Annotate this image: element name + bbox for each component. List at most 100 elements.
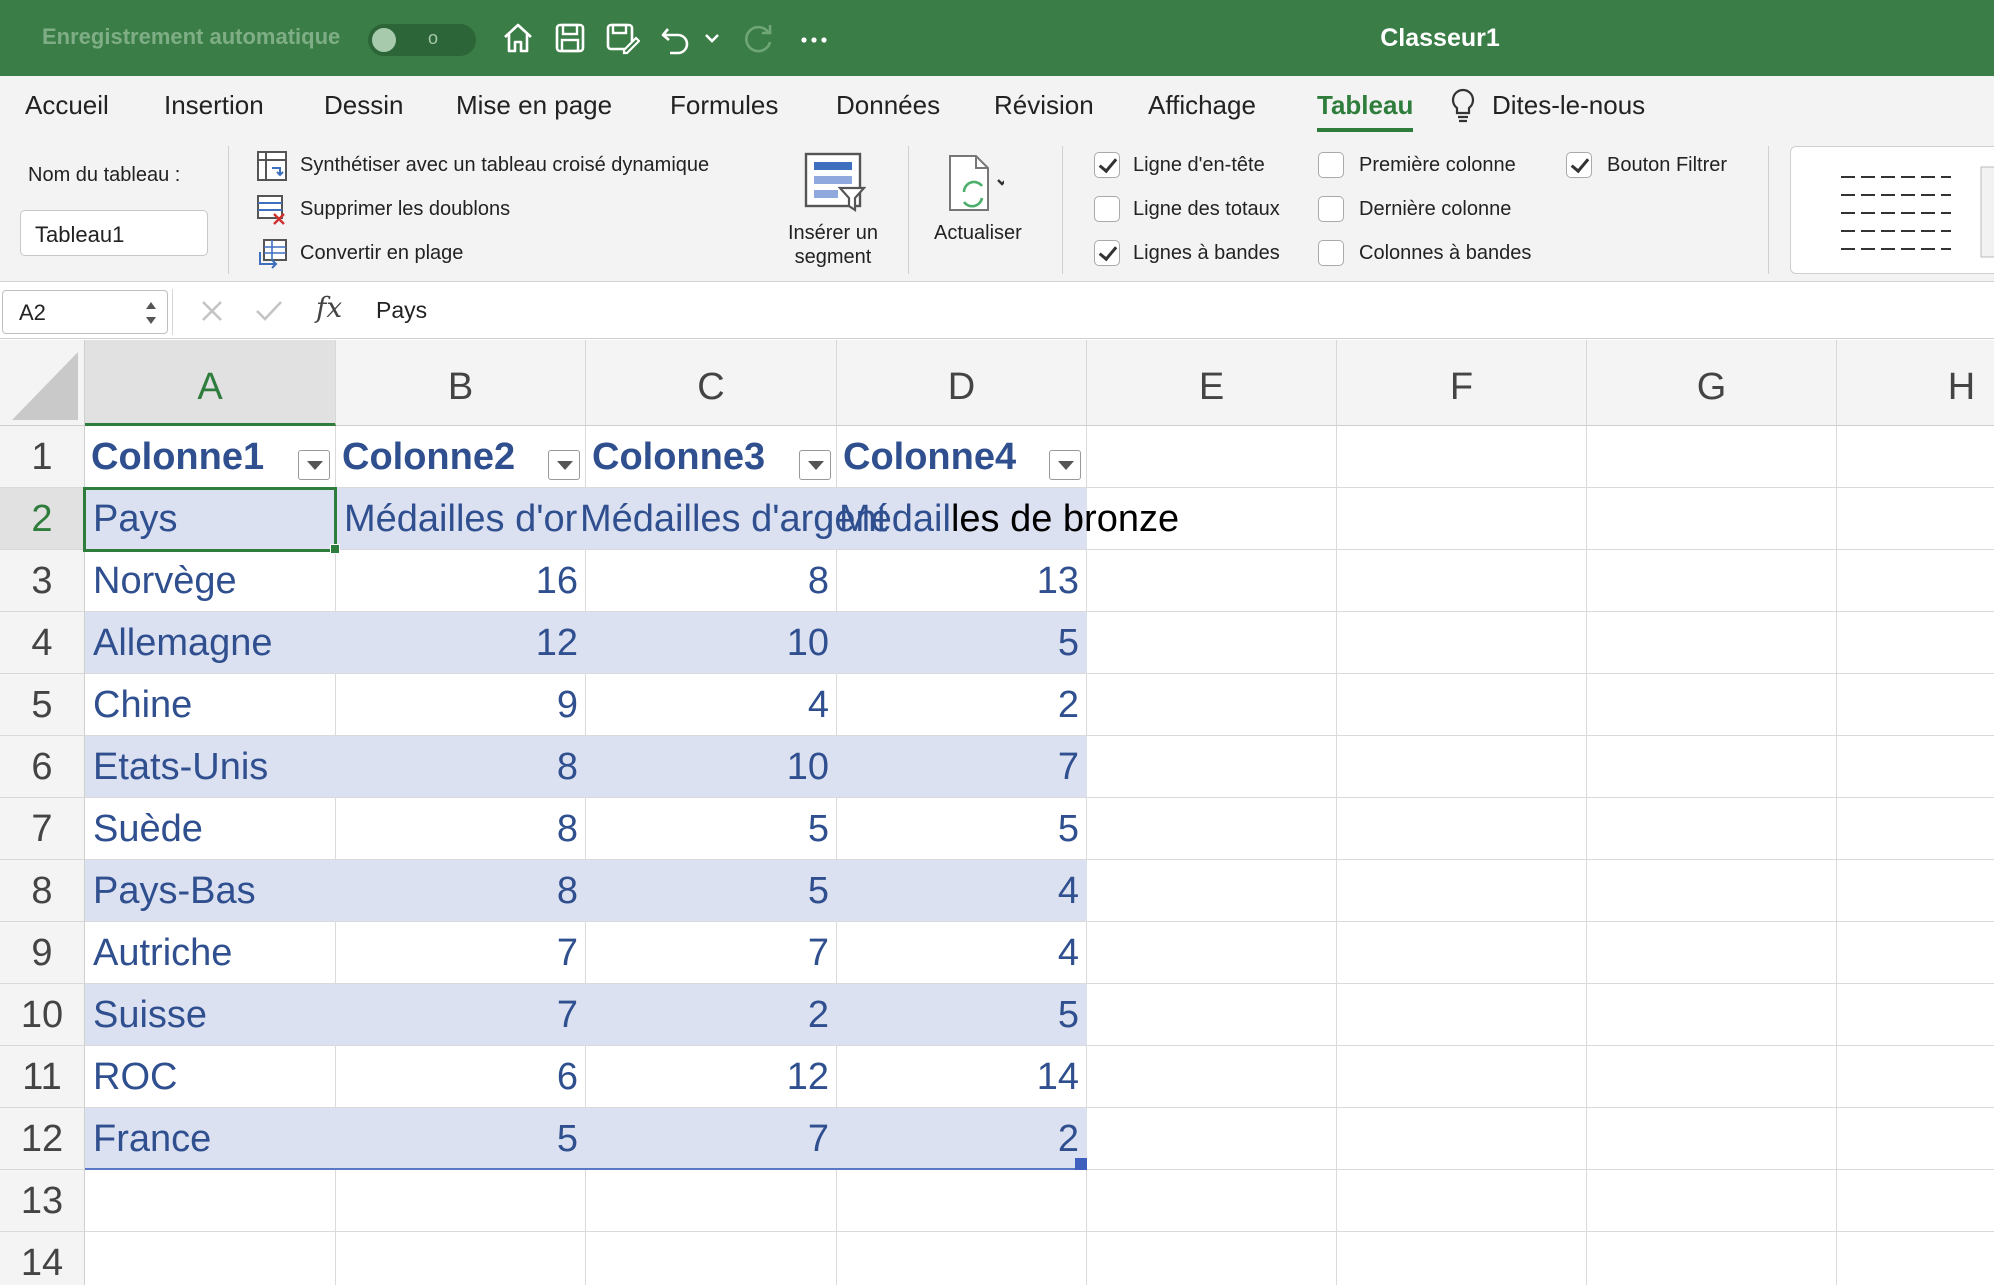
save-icon[interactable] [552, 20, 588, 56]
table-resize-handle[interactable] [1075, 1158, 1087, 1170]
country-cell[interactable]: Suède [85, 798, 336, 860]
cell[interactable] [1337, 612, 1587, 674]
cell[interactable] [1837, 488, 1994, 550]
country-cell[interactable]: France [85, 1108, 336, 1170]
filter-dropdown-icon[interactable] [548, 450, 580, 480]
cell[interactable] [1587, 860, 1837, 922]
cell[interactable] [1087, 1108, 1337, 1170]
cell[interactable] [1837, 1108, 1994, 1170]
medal-count-cell[interactable]: 7 [336, 922, 586, 984]
medal-count-cell[interactable]: 5 [586, 860, 837, 922]
refresh-label[interactable]: Actualiser [934, 222, 1022, 245]
column-header-g[interactable]: G [1587, 340, 1837, 426]
medal-count-cell[interactable]: 9 [336, 674, 586, 736]
save-as-icon[interactable] [604, 20, 640, 56]
cell[interactable] [586, 1232, 837, 1285]
cell[interactable] [1337, 736, 1587, 798]
cell[interactable] [1837, 674, 1994, 736]
cell[interactable] [1587, 1232, 1837, 1285]
cell[interactable] [1087, 984, 1337, 1046]
cell[interactable] [1587, 488, 1837, 550]
cell[interactable] [1587, 984, 1837, 1046]
row-header-2[interactable]: 2 [0, 488, 85, 550]
tab-accueil[interactable]: Accueil [25, 90, 109, 121]
cell[interactable] [1337, 1108, 1587, 1170]
first-column-checkbox[interactable] [1318, 152, 1344, 178]
country-cell[interactable]: Suisse [85, 984, 336, 1046]
medal-count-cell[interactable]: 16 [336, 550, 586, 612]
tab-mise-en-page[interactable]: Mise en page [456, 90, 612, 121]
row-header-7[interactable]: 7 [0, 798, 85, 860]
country-cell[interactable]: Pays-Bas [85, 860, 336, 922]
medal-count-cell[interactable]: 5 [837, 798, 1087, 860]
cell[interactable] [1837, 1170, 1994, 1232]
medal-count-cell[interactable]: 5 [586, 798, 837, 860]
cell-d2[interactable]: Médailles de bronze [839, 488, 1239, 550]
medal-count-cell[interactable]: 4 [837, 860, 1087, 922]
last-column-checkbox[interactable] [1318, 196, 1344, 222]
country-cell[interactable]: Etats-Unis [85, 736, 336, 798]
row-header-8[interactable]: 8 [0, 860, 85, 922]
insert-slicer-label-1[interactable]: Insérer un [783, 222, 883, 245]
cell[interactable] [1087, 426, 1337, 488]
filter-dropdown-icon[interactable] [1049, 450, 1081, 480]
cell-c2[interactable]: Médailles d'argent [580, 488, 887, 550]
medal-count-cell[interactable]: 7 [837, 736, 1087, 798]
cell[interactable] [1837, 984, 1994, 1046]
table-styles-gallery[interactable] [1790, 146, 1994, 274]
cell[interactable] [85, 1170, 336, 1232]
remove-duplicates-icon[interactable] [256, 194, 288, 226]
cell[interactable] [1587, 426, 1837, 488]
pivot-table-icon[interactable] [256, 150, 288, 182]
medal-count-cell[interactable]: 7 [586, 1108, 837, 1170]
tab-dites-le-nous[interactable]: Dites-le-nous [1492, 90, 1645, 121]
cell[interactable] [1087, 922, 1337, 984]
cell[interactable] [1587, 1046, 1837, 1108]
cell[interactable] [1837, 798, 1994, 860]
medal-count-cell[interactable]: 5 [837, 984, 1087, 1046]
cell[interactable] [1087, 1046, 1337, 1108]
column-header-c[interactable]: C [586, 340, 837, 426]
medal-count-cell[interactable]: 4 [837, 922, 1087, 984]
cell[interactable] [1837, 426, 1994, 488]
table-name-input[interactable]: Tableau1 [20, 210, 208, 256]
cell[interactable] [1837, 860, 1994, 922]
tab-dessin[interactable]: Dessin [324, 90, 403, 121]
row-header-10[interactable]: 10 [0, 984, 85, 1046]
confirm-icon[interactable] [254, 297, 284, 325]
column-header-b[interactable]: B [336, 340, 586, 426]
cell[interactable] [1337, 674, 1587, 736]
name-box-stepper-icon[interactable] [143, 297, 159, 329]
cell[interactable] [1087, 798, 1337, 860]
medal-count-cell[interactable]: 7 [336, 984, 586, 1046]
cell[interactable] [85, 1232, 336, 1285]
banded-columns-checkbox[interactable] [1318, 240, 1344, 266]
medal-count-cell[interactable]: 6 [336, 1046, 586, 1108]
medal-count-cell[interactable]: 4 [586, 674, 837, 736]
cell[interactable] [1587, 736, 1837, 798]
cell[interactable] [1087, 736, 1337, 798]
cancel-icon[interactable] [198, 297, 226, 325]
cell[interactable] [1837, 1046, 1994, 1108]
row-header-12[interactable]: 12 [0, 1108, 85, 1170]
cell[interactable] [1087, 550, 1337, 612]
cell[interactable] [1837, 922, 1994, 984]
cell-b2[interactable]: Médailles d'or [336, 488, 586, 550]
cell[interactable] [1587, 1170, 1837, 1232]
column-header-d[interactable]: D [837, 340, 1087, 426]
insert-slicer-icon[interactable] [802, 150, 866, 214]
cell[interactable] [1587, 550, 1837, 612]
cell[interactable] [336, 1170, 586, 1232]
fill-handle[interactable] [330, 544, 340, 554]
medal-count-cell[interactable]: 12 [586, 1046, 837, 1108]
tab-insertion[interactable]: Insertion [164, 90, 264, 121]
row-header-3[interactable]: 3 [0, 550, 85, 612]
tab-affichage[interactable]: Affichage [1148, 90, 1256, 121]
cell[interactable] [586, 1170, 837, 1232]
cell[interactable] [1087, 612, 1337, 674]
cell[interactable] [1337, 798, 1587, 860]
more-icon[interactable] [796, 20, 832, 56]
cell[interactable] [1337, 1046, 1587, 1108]
country-cell[interactable]: Autriche [85, 922, 336, 984]
cell[interactable] [1587, 674, 1837, 736]
